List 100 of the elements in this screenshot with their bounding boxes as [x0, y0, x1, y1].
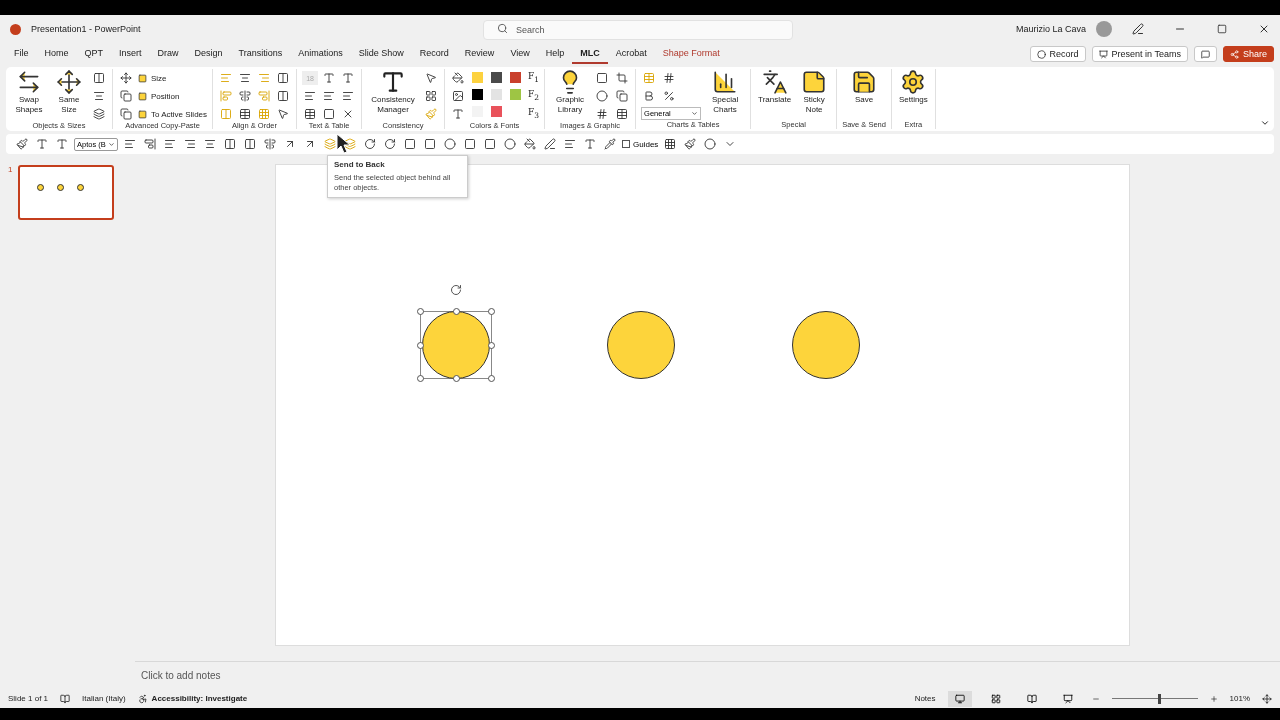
- search-icon: [497, 23, 508, 34]
- consistency-manager-button[interactable]: Consistency Manager: [367, 69, 420, 116]
- toolbar-icon[interactable]: [362, 137, 378, 151]
- resize-handle[interactable]: [417, 342, 424, 349]
- ribbon-tab[interactable]: Transitions: [230, 44, 291, 64]
- paint-bucket-icon[interactable]: [450, 71, 467, 85]
- color-swatch[interactable]: [510, 89, 522, 100]
- action-button[interactable]: Present in Teams: [1091, 46, 1188, 62]
- color-swatch[interactable]: [491, 72, 503, 83]
- resize-handle[interactable]: [488, 342, 495, 349]
- width-icon[interactable]: [91, 89, 107, 103]
- copy-icon[interactable]: [118, 89, 134, 103]
- ribbon-tab[interactable]: Design: [186, 44, 231, 64]
- mini-circle: [57, 184, 65, 191]
- toolbar-icon[interactable]: [202, 137, 218, 151]
- color-swatch[interactable]: [472, 72, 484, 83]
- toolbar-icon[interactable]: [562, 137, 578, 151]
- search-field[interactable]: Search: [483, 20, 793, 40]
- move-icon[interactable]: [118, 71, 134, 85]
- rotate-handle-icon[interactable]: [450, 284, 462, 296]
- accessibility-icon[interactable]: [137, 693, 148, 704]
- copy-paste-button[interactable]: To Active Slides: [138, 107, 208, 121]
- ribbon-tab[interactable]: Acrobat: [607, 44, 655, 64]
- circle-icon[interactable]: [594, 89, 611, 103]
- ribbon-tab[interactable]: Review: [456, 44, 503, 64]
- ribbon-tab[interactable]: Slide Show: [350, 44, 412, 64]
- ribbon-tab[interactable]: QPT: [76, 44, 112, 64]
- resize-handle[interactable]: [417, 375, 424, 382]
- column-icon[interactable]: [91, 71, 107, 85]
- zoom-thumb[interactable]: [1157, 693, 1161, 704]
- color-swatch[interactable]: [472, 89, 484, 100]
- toolbar-icon[interactable]: [462, 137, 478, 151]
- ribbon-tab[interactable]: Shape Format: [654, 44, 728, 64]
- slide-thumbnail[interactable]: [18, 165, 115, 220]
- same-size-button[interactable]: Same Size: [51, 69, 87, 116]
- toolbar-icon[interactable]: [222, 137, 238, 151]
- copy-icon[interactable]: [118, 107, 134, 121]
- toolbar-icon[interactable]: [182, 137, 198, 151]
- action-button[interactable]: Record: [1029, 46, 1086, 62]
- toolbar-icon[interactable]: [122, 137, 138, 151]
- resize-handle[interactable]: [488, 308, 495, 315]
- book-icon[interactable]: [60, 693, 71, 704]
- save-button[interactable]: Save: [849, 69, 879, 106]
- graphic-library-button[interactable]: Graphic Library: [550, 69, 591, 116]
- toolbar-icon[interactable]: [242, 137, 258, 151]
- font-slot-button[interactable]: F$_{2}$: [528, 89, 540, 103]
- ribbon-tab[interactable]: Animations: [290, 44, 351, 64]
- toolbar-icon[interactable]: [162, 137, 178, 151]
- grid-icon: [990, 693, 1001, 704]
- language-label[interactable]: Italian (Italy): [82, 694, 126, 703]
- ribbon-tab[interactable]: MLC: [572, 44, 608, 64]
- sticky-note-button[interactable]: Sticky Note: [797, 69, 832, 116]
- action-button[interactable]: Share: [1222, 46, 1274, 62]
- font-slot-button[interactable]: F$_{3}$: [528, 107, 540, 121]
- resize-handle[interactable]: [417, 308, 424, 315]
- app-logo-icon: [10, 23, 21, 35]
- guides-checkbox[interactable]: Guides: [622, 139, 659, 149]
- notes-placeholder[interactable]: Click to add notes: [141, 670, 221, 681]
- notes-button[interactable]: Notes: [914, 694, 936, 703]
- resize-handle[interactable]: [453, 308, 460, 315]
- normal-view-icon: [954, 693, 965, 704]
- special-charts-button[interactable]: Special Charts: [705, 69, 746, 116]
- ribbon-tab[interactable]: File: [6, 44, 37, 64]
- font-slot-button[interactable]: F$_{1}$: [528, 71, 540, 85]
- accessibility-status[interactable]: Accessibility: Investigate: [151, 694, 248, 703]
- comment-icon: [1200, 49, 1210, 59]
- copy-paste-button[interactable]: Position: [138, 89, 208, 103]
- ribbon-tab[interactable]: View: [502, 44, 538, 64]
- settings-button[interactable]: Settings: [896, 69, 930, 106]
- ribbon-tab[interactable]: Record: [411, 44, 457, 64]
- color-swatch[interactable]: [491, 89, 503, 100]
- resize-arrows-icon: [56, 69, 82, 95]
- caret-icon: [691, 110, 699, 117]
- layers-icon[interactable]: [91, 107, 107, 121]
- swap-shapes-button[interactable]: Swap Shapes: [11, 69, 47, 116]
- fit-slide-icon[interactable]: [1262, 693, 1272, 704]
- comments-button[interactable]: [1193, 46, 1217, 62]
- translate-button[interactable]: Translate: [756, 69, 794, 106]
- copy-icon[interactable]: [614, 89, 631, 103]
- color-swatch[interactable]: [491, 106, 503, 117]
- toolbar-icon[interactable]: [522, 137, 538, 151]
- resize-handle[interactable]: [453, 375, 460, 382]
- toolbar-icon[interactable]: [402, 137, 418, 151]
- ribbon-tab[interactable]: Insert: [111, 44, 150, 64]
- ribbon-tab[interactable]: Home: [36, 44, 77, 64]
- copy-paste-button[interactable]: Size: [138, 71, 208, 85]
- caret-icon: [108, 140, 115, 148]
- color-swatch[interactable]: [510, 72, 522, 83]
- collapse-ribbon-button[interactable]: [1260, 118, 1270, 128]
- zoom-percent[interactable]: 101%: [1229, 694, 1250, 703]
- ribbon-tab[interactable]: Draw: [149, 44, 187, 64]
- toolbar-icon[interactable]: [482, 137, 498, 151]
- share-icon: [1229, 49, 1239, 59]
- toolbar-icon[interactable]: [542, 137, 558, 151]
- toolbar-icon[interactable]: [382, 137, 398, 151]
- toolbar-icon[interactable]: [422, 137, 438, 151]
- view-button[interactable]: [947, 690, 972, 707]
- resize-handle[interactable]: [488, 375, 495, 382]
- zoom-in-icon[interactable]: [1209, 694, 1218, 703]
- ribbon-tab[interactable]: Help: [537, 44, 573, 64]
